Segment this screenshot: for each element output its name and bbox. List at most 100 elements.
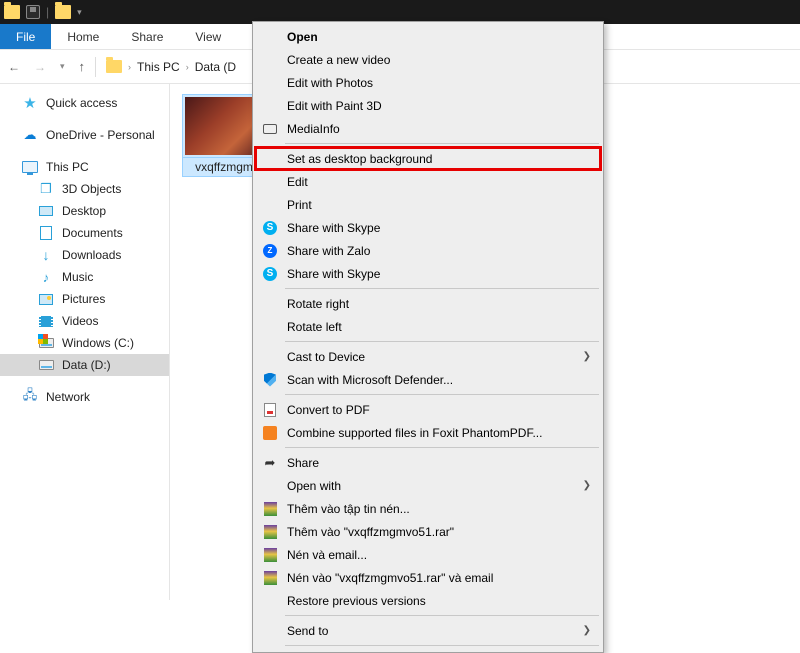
ctx-label: Nén vào "vxqffzmgmvo51.rar" và email — [287, 571, 493, 585]
sidebar-item-label: Network — [46, 390, 90, 404]
sidebar-documents[interactable]: Documents — [0, 222, 169, 244]
ctx-foxit-combine[interactable]: Combine supported files in Foxit Phantom… — [255, 421, 601, 444]
context-menu: Open Create a new video Edit with Photos… — [252, 21, 604, 653]
star-icon: ★ — [22, 95, 38, 111]
desktop-icon — [38, 203, 54, 219]
chevron-right-icon: ❯ — [583, 351, 591, 362]
ctx-label: Share — [287, 456, 319, 470]
ctx-separator — [285, 341, 599, 342]
tab-home[interactable]: Home — [51, 24, 115, 49]
ctx-edit-photos[interactable]: Edit with Photos — [255, 71, 601, 94]
qat-dropdown-icon[interactable]: ▾ — [77, 7, 82, 18]
ctx-send-to[interactable]: Send to❯ — [255, 619, 601, 642]
sidebar-item-label: Videos — [62, 314, 98, 328]
ctx-cast-to-device[interactable]: Cast to Device❯ — [255, 345, 601, 368]
ctx-separator — [285, 615, 599, 616]
pictures-icon — [38, 291, 54, 307]
ctx-rar-email[interactable]: Nén và email... — [255, 543, 601, 566]
tab-share[interactable]: Share — [115, 24, 179, 49]
breadcrumb-pc[interactable]: This PC — [137, 60, 180, 74]
tab-view[interactable]: View — [179, 24, 237, 49]
sidebar-item-label: Downloads — [62, 248, 121, 262]
ctx-set-desktop-background[interactable]: Set as desktop background — [255, 147, 601, 170]
ctx-share-skype-2[interactable]: SShare with Skype — [255, 262, 601, 285]
sidebar-item-label: 3D Objects — [62, 182, 121, 196]
sidebar-desktop[interactable]: Desktop — [0, 200, 169, 222]
ctx-create-video[interactable]: Create a new video — [255, 48, 601, 71]
back-button[interactable]: ← — [8, 60, 20, 74]
ctx-mediainfo[interactable]: MediaInfo — [255, 117, 601, 140]
navigation-pane: ★ Quick access ☁ OneDrive - Personal This … — [0, 84, 170, 600]
ctx-paint3d[interactable]: Edit with Paint 3D — [255, 94, 601, 117]
ctx-label: Share with Zalo — [287, 244, 370, 258]
ctx-label: Set as desktop background — [287, 152, 432, 166]
ctx-rotate-right[interactable]: Rotate right — [255, 292, 601, 315]
sidebar-quick-access[interactable]: ★ Quick access — [0, 92, 169, 114]
mediainfo-icon — [262, 121, 278, 137]
quick-access-toolbar: | ▾ — [4, 5, 82, 19]
sidebar-music[interactable]: ♪Music — [0, 266, 169, 288]
ctx-rotate-left[interactable]: Rotate left — [255, 315, 601, 338]
sidebar-onedrive[interactable]: ☁ OneDrive - Personal — [0, 124, 169, 146]
ctx-convert-pdf[interactable]: Convert to PDF — [255, 398, 601, 421]
ctx-label: MediaInfo — [287, 122, 340, 136]
skype-icon: S — [262, 220, 278, 236]
sidebar-data-d[interactable]: Data (D:) — [0, 354, 169, 376]
ctx-print[interactable]: Print — [255, 193, 601, 216]
address-bar[interactable]: › This PC › Data (D — [106, 60, 236, 74]
ctx-share-zalo[interactable]: ZShare with Zalo — [255, 239, 601, 262]
ctx-label: Share with Skype — [287, 267, 380, 281]
share-icon: ➦ — [262, 455, 278, 471]
sidebar-item-label: Music — [62, 270, 93, 284]
new-folder-icon[interactable] — [55, 5, 71, 19]
properties-icon[interactable] — [26, 5, 40, 19]
sidebar-item-label: Documents — [62, 226, 123, 240]
ctx-separator — [285, 394, 599, 395]
ctx-separator — [285, 645, 599, 646]
sidebar-downloads[interactable]: ↓Downloads — [0, 244, 169, 266]
ctx-label: Nén và email... — [287, 548, 367, 562]
sidebar-item-label: Quick access — [46, 96, 117, 110]
recent-dropdown-icon[interactable]: ▾ — [60, 61, 65, 72]
nav-separator — [95, 57, 96, 77]
sidebar-item-label: OneDrive - Personal — [46, 128, 155, 142]
ctx-label: Scan with Microsoft Defender... — [287, 373, 453, 387]
ctx-share[interactable]: ➦ Share — [255, 451, 601, 474]
sidebar-item-label: Pictures — [62, 292, 105, 306]
up-button[interactable]: ↑ — [79, 59, 86, 74]
ctx-restore-versions[interactable]: Restore previous versions — [255, 589, 601, 612]
ctx-separator — [285, 288, 599, 289]
ctx-label: Combine supported files in Foxit Phantom… — [287, 426, 542, 440]
network-icon: 🖧 — [22, 389, 38, 405]
sidebar-windows-c[interactable]: Windows (C:) — [0, 332, 169, 354]
sidebar-3d-objects[interactable]: ❒3D Objects — [0, 178, 169, 200]
foxit-icon — [262, 425, 278, 441]
shield-icon — [262, 372, 278, 388]
sidebar-network[interactable]: 🖧 Network — [0, 386, 169, 408]
sidebar-this-pc[interactable]: This PC — [0, 156, 169, 178]
ctx-open-with[interactable]: Open with ❯ — [255, 474, 601, 497]
ctx-edit[interactable]: Edit — [255, 170, 601, 193]
pdf-icon — [262, 402, 278, 418]
ctx-label: Send to — [287, 624, 328, 638]
ctx-rar-named-email[interactable]: Nén vào "vxqffzmgmvo51.rar" và email — [255, 566, 601, 589]
app-icon — [4, 5, 20, 19]
sidebar-videos[interactable]: Videos — [0, 310, 169, 332]
forward-button[interactable]: → — [34, 60, 46, 74]
ctx-rar-add[interactable]: Thêm vào tập tin nén... — [255, 497, 601, 520]
cloud-icon: ☁ — [22, 127, 38, 143]
breadcrumb-drive[interactable]: Data (D — [195, 60, 236, 74]
ctx-label: Open with — [287, 479, 341, 493]
tab-file[interactable]: File — [0, 24, 51, 49]
sidebar-pictures[interactable]: Pictures — [0, 288, 169, 310]
chevron-right-icon: ❯ — [583, 480, 591, 491]
sidebar-item-label: Windows (C:) — [62, 336, 134, 350]
ctx-share-skype[interactable]: SShare with Skype — [255, 216, 601, 239]
ctx-scan-defender[interactable]: Scan with Microsoft Defender... — [255, 368, 601, 391]
qat-separator: | — [46, 5, 49, 19]
address-folder-icon — [106, 60, 122, 73]
ctx-label: Rotate left — [287, 320, 342, 334]
ctx-open[interactable]: Open — [255, 25, 601, 48]
ctx-rar-add-named[interactable]: Thêm vào "vxqffzmgmvo51.rar" — [255, 520, 601, 543]
chevron-right-icon: › — [186, 62, 189, 72]
